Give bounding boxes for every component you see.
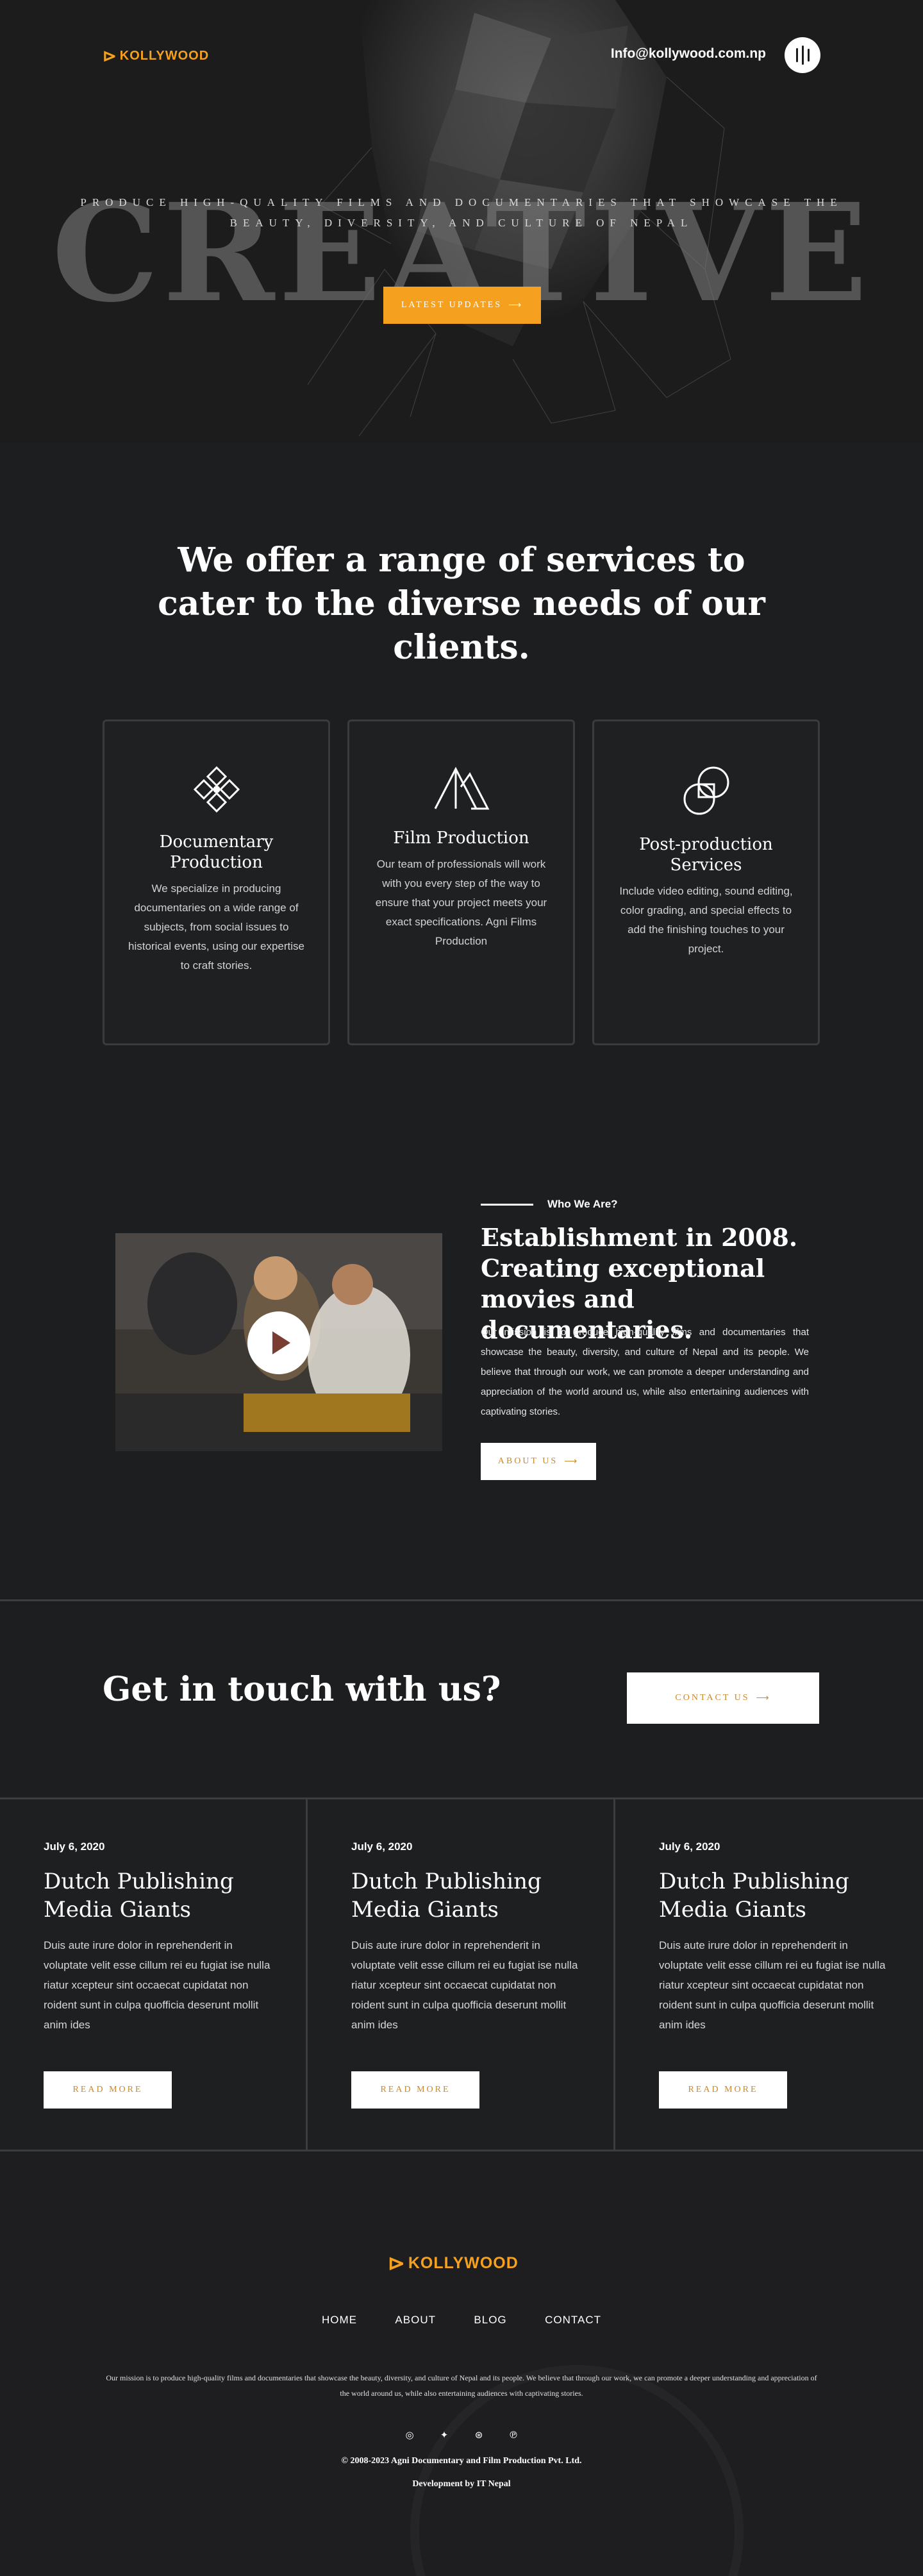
developer-credit[interactable]: Development by IT Nepal <box>0 2479 923 2489</box>
post-date: July 6, 2020 <box>659 1840 720 1853</box>
post-date: July 6, 2020 <box>44 1840 105 1853</box>
post-excerpt: Duis aute irure dolor in reprehenderit i… <box>659 1939 886 2031</box>
read-more-button[interactable]: READ MORE <box>659 2071 787 2109</box>
latest-updates-label: LATEST UPDATES <box>401 300 503 310</box>
logo-mark-icon: ⊳ <box>103 46 117 65</box>
post-excerpt: Duis aute irure dolor in reprehenderit i… <box>44 1939 270 2031</box>
footer-nav-blog[interactable]: BLOG <box>469 2314 511 2327</box>
twitter-icon[interactable]: ✦ <box>437 2428 451 2442</box>
footer-nav-about[interactable]: ABOUT <box>390 2314 441 2327</box>
kicker-line <box>481 1203 533 1206</box>
blog-post: July 6, 2020 Dutch Publishing Media Gian… <box>615 1799 923 2150</box>
blog-post: July 6, 2020 Dutch Publishing Media Gian… <box>308 1799 615 2150</box>
arrow-right-icon: ⟶ <box>564 1456 579 1467</box>
post-title[interactable]: Dutch Publishing Media Giants <box>351 1867 582 1924</box>
footer-nav-contact[interactable]: CONTACT <box>540 2314 606 2327</box>
service-text: We specialize in producing documentaries… <box>128 882 304 972</box>
about-us-label: ABOUT US <box>497 1456 558 1466</box>
page: ⊳ KOLLYWOOD Info@kollywood.com.np CREATI… <box>0 0 923 2576</box>
section-divider <box>0 1599 923 1601</box>
logo-text: KOLLYWOOD <box>119 49 210 63</box>
blog-section: July 6, 2020 Dutch Publishing Media Gian… <box>0 1797 923 2151</box>
who-we-are-kicker: Who We Are? <box>481 1198 618 1211</box>
contact-us-label: CONTACT US <box>675 1693 750 1703</box>
footer-description: Our mission is to produce high-quality f… <box>106 2373 817 2398</box>
overlap-squares-icon <box>683 766 729 815</box>
menu-button[interactable] <box>785 37 820 73</box>
instagram-icon[interactable]: ◎ <box>403 2428 417 2442</box>
play-button[interactable] <box>247 1311 310 1374</box>
footer: ⊳ KOLLYWOOD HOME ABOUT BLOG CONTACT Our … <box>0 2153 923 2576</box>
services-title: We offer a range of services to cater to… <box>158 541 765 667</box>
kicker-text: Who We Are? <box>547 1198 618 1210</box>
arrow-right-icon: ⟶ <box>508 300 524 310</box>
pinterest-icon[interactable]: ℗ <box>506 2428 520 2442</box>
service-card: Film Production Our team of professional… <box>347 720 575 1045</box>
service-title: Post-production Services <box>639 835 773 875</box>
header-email-link[interactable]: Info@kollywood.com.np <box>611 46 766 62</box>
logo-mark-icon: ⊳ <box>388 2252 406 2275</box>
dribbble-icon[interactable]: ⊛ <box>472 2428 486 2442</box>
post-title[interactable]: Dutch Publishing Media Giants <box>44 1867 274 1924</box>
hero-section: ⊳ KOLLYWOOD Info@kollywood.com.np CREATI… <box>0 0 923 442</box>
services-cards: Documentary Production We specialize in … <box>103 720 820 1045</box>
service-text: Include video editing, sound editing, co… <box>619 885 793 955</box>
latest-updates-button[interactable]: LATEST UPDATES ⟶ <box>383 287 541 324</box>
post-excerpt: Duis aute irure dolor in reprehenderit i… <box>351 1939 578 2031</box>
arrow-right-icon: ⟶ <box>756 1693 771 1703</box>
hero-tagline: PRODUCE HIGH-QUALITY FILMS AND DOCUMENTA… <box>80 196 843 229</box>
menu-bar-icon <box>807 49 810 62</box>
contact-us-button[interactable]: CONTACT US ⟶ <box>627 1672 819 1724</box>
post-date: July 6, 2020 <box>351 1840 413 1853</box>
diamond-arrows-icon <box>193 766 240 813</box>
blog-post: July 6, 2020 Dutch Publishing Media Gian… <box>0 1799 308 2150</box>
logo-text: KOLLYWOOD <box>408 2253 519 2272</box>
about-us-button[interactable]: ABOUT US ⟶ <box>481 1443 596 1480</box>
service-text: Our team of professionals will work with… <box>375 858 547 947</box>
service-card: Documentary Production We specialize in … <box>103 720 330 1045</box>
post-title[interactable]: Dutch Publishing Media Giants <box>659 1867 890 1924</box>
social-links: ◎ ✦ ⊛ ℗ <box>397 2428 526 2442</box>
contact-title: Get in touch with us? <box>103 1670 501 1709</box>
service-card: Post-production Services Include video e… <box>592 720 820 1045</box>
header-logo[interactable]: ⊳ KOLLYWOOD <box>103 46 209 66</box>
footer-nav: HOME ABOUT BLOG CONTACT <box>308 2314 615 2327</box>
mountain-icon <box>434 766 489 810</box>
read-more-button[interactable]: READ MORE <box>351 2071 479 2109</box>
about-video[interactable] <box>115 1233 442 1451</box>
footer-nav-home[interactable]: HOME <box>317 2314 362 2327</box>
about-text: Our mission is to produce high-quality f… <box>481 1327 809 1417</box>
menu-bar-icon <box>801 46 804 65</box>
menu-bar-icon <box>795 48 798 62</box>
footer-logo[interactable]: ⊳ KOLLYWOOD <box>388 2251 519 2275</box>
copyright: © 2008-2023 Agni Documentary and Film Pr… <box>341 2456 582 2466</box>
read-more-button[interactable]: READ MORE <box>44 2071 172 2109</box>
service-title: Documentary Production <box>159 832 274 872</box>
service-title: Film Production <box>393 829 529 848</box>
